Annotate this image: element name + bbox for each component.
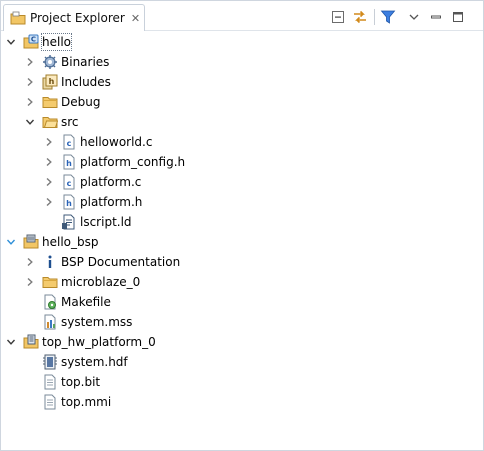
collapsed-arrow-icon[interactable]	[24, 252, 36, 272]
tree-item-label: platform_config.h	[80, 155, 186, 169]
source-folder-icon	[42, 114, 58, 130]
includes-icon: h	[42, 74, 58, 90]
view-tab-bar: Project Explorer ✕	[1, 1, 483, 31]
tree-item-label: Includes	[61, 75, 111, 89]
tree-item-label: BSP Documentation	[61, 255, 181, 269]
link-with-editor-icon[interactable]	[351, 8, 369, 26]
tree-item-bsp-documentation[interactable]: BSP Documentation	[1, 252, 481, 272]
tree-item-label: microblaze_0	[61, 275, 141, 289]
expanded-arrow-icon[interactable]	[24, 112, 36, 132]
tree-item-hello-bsp[interactable]: hello_bsp	[1, 232, 481, 252]
svg-text:C: C	[31, 36, 36, 44]
tree-item-label: helloworld.c	[80, 135, 153, 149]
tree-item-lscript-ld[interactable]: lscript.ld	[1, 212, 481, 232]
tree-item-label: system.hdf	[61, 355, 128, 369]
tree-item-microblaze-0[interactable]: microblaze_0	[1, 272, 481, 292]
tree-item-system-hdf[interactable]: system.hdf	[1, 352, 481, 372]
tree-item-label: top.mmi	[61, 395, 112, 409]
text-file-icon	[42, 374, 58, 390]
tree-item-label: hello	[41, 33, 72, 51]
collapsed-arrow-icon[interactable]	[24, 52, 36, 72]
tree-item-debug[interactable]: Debug	[1, 92, 481, 112]
tree-item-label: platform.c	[80, 175, 142, 189]
collapsed-arrow-icon[interactable]	[24, 92, 36, 112]
tree-item-top-hw-platform-0[interactable]: top_hw_platform_0	[1, 332, 481, 352]
hw-platform-icon	[23, 334, 39, 350]
project-explorer-tab[interactable]: Project Explorer ✕	[3, 4, 145, 31]
tree-item-top-bit[interactable]: top.bit	[1, 372, 481, 392]
folder-icon	[42, 274, 58, 290]
tree-item-binaries[interactable]: Binaries	[1, 52, 481, 72]
tree-item-helloworld-c[interactable]: c helloworld.c	[1, 132, 481, 152]
tree-item-label: top_hw_platform_0	[42, 335, 156, 349]
tree-item-system-mss[interactable]: system.mss	[1, 312, 481, 332]
tree-item-makefile[interactable]: Makefile	[1, 292, 481, 312]
collapsed-arrow-icon[interactable]	[43, 172, 55, 192]
tree-item-label: Binaries	[61, 55, 110, 69]
close-icon[interactable]: ✕	[131, 13, 140, 24]
folder-icon	[42, 94, 58, 110]
h-file-icon: h	[61, 154, 77, 170]
project-explorer-view: Project Explorer ✕ C hello Binaries h In…	[0, 0, 484, 451]
expanded-arrow-icon[interactable]	[5, 232, 17, 252]
tree-item-label: top.bit	[61, 375, 101, 389]
hdf-file-icon	[42, 354, 58, 370]
text-file-icon	[42, 394, 58, 410]
c-project-icon: C	[23, 34, 39, 50]
collapsed-arrow-icon[interactable]	[43, 152, 55, 172]
maximize-icon[interactable]	[449, 8, 467, 26]
tree-item-label: src	[61, 115, 79, 129]
toolbar-separator	[374, 9, 375, 25]
svg-text:h: h	[66, 159, 72, 168]
tree-item-label: Debug	[61, 95, 101, 109]
c-file-icon: c	[61, 134, 77, 150]
collapse-all-icon[interactable]	[329, 8, 347, 26]
tree-item-platform-h[interactable]: h platform.h	[1, 192, 481, 212]
tree-item-platform-c[interactable]: c platform.c	[1, 172, 481, 192]
tree-item-label: Makefile	[61, 295, 111, 309]
tree-item-top-mmi[interactable]: top.mmi	[1, 392, 481, 412]
minimize-icon[interactable]	[427, 8, 445, 26]
bsp-project-icon	[23, 234, 39, 250]
tree-item-label: system.mss	[61, 315, 133, 329]
tree-item-label: hello_bsp	[42, 235, 99, 249]
linker-script-icon	[61, 214, 77, 230]
filter-icon[interactable]	[379, 8, 397, 26]
svg-text:h: h	[66, 199, 72, 208]
collapsed-arrow-icon[interactable]	[24, 72, 36, 92]
binaries-icon	[42, 54, 58, 70]
collapsed-arrow-icon[interactable]	[24, 272, 36, 292]
info-icon	[42, 254, 58, 270]
c-file-icon: c	[61, 174, 77, 190]
tree-item-includes[interactable]: h Includes	[1, 72, 481, 92]
view-menu-icon[interactable]	[405, 8, 423, 26]
expanded-arrow-icon[interactable]	[5, 32, 17, 52]
tree-item-label: lscript.ld	[80, 215, 132, 229]
svg-text:c: c	[67, 139, 72, 148]
h-file-icon: h	[61, 194, 77, 210]
view-toolbar	[325, 7, 467, 27]
tab-title: Project Explorer	[30, 11, 125, 25]
tree-item-platform-config-h[interactable]: h platform_config.h	[1, 152, 481, 172]
collapsed-arrow-icon[interactable]	[43, 132, 55, 152]
makefile-icon	[42, 294, 58, 310]
tree-item-hello[interactable]: Chello	[1, 32, 481, 52]
collapsed-arrow-icon[interactable]	[43, 192, 55, 212]
project-explorer-icon	[10, 10, 26, 26]
svg-text:c: c	[67, 179, 72, 188]
tree-item-label: platform.h	[80, 195, 143, 209]
tree-item-src[interactable]: src	[1, 112, 481, 132]
mss-file-icon	[42, 314, 58, 330]
svg-text:h: h	[49, 77, 55, 86]
expanded-arrow-icon[interactable]	[5, 332, 17, 352]
